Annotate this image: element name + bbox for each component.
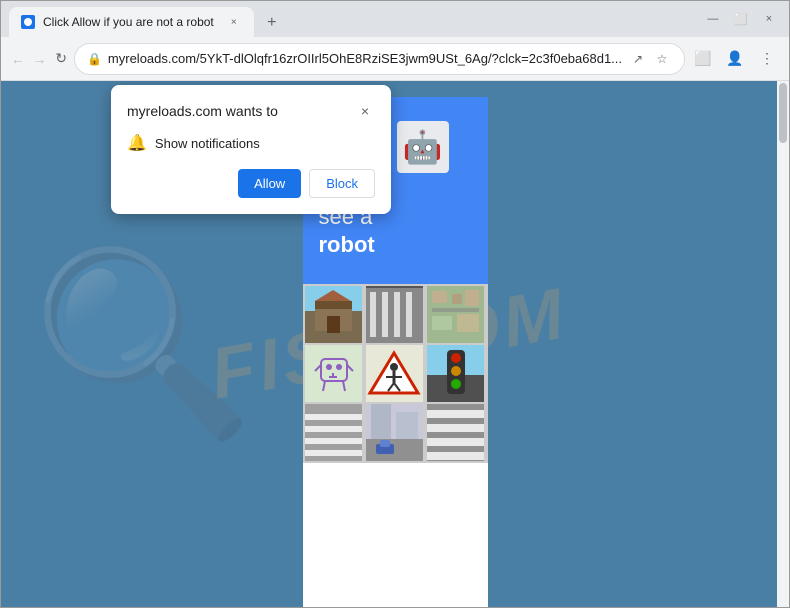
profile-icon[interactable]: 👤 <box>721 45 749 73</box>
address-text: myreloads.com/5YkT-dlOlqfr16zrOIIrl5OhE8… <box>108 51 622 66</box>
menu-icon[interactable]: ⋮ <box>753 45 781 73</box>
page-area: 🔍 FISHDOM myreloads.com wants to × 🔔 Sho… <box>1 81 789 607</box>
robot-icon-box: 🤖 <box>397 121 449 173</box>
window-controls: — ⬜ × <box>701 7 781 31</box>
notification-label: Show notifications <box>155 136 260 151</box>
popup-close-button[interactable]: × <box>355 101 375 121</box>
tab-title: Click Allow if you are not a robot <box>43 15 214 29</box>
grid-cell-4[interactable] <box>305 345 362 402</box>
address-icons: ↗ ☆ <box>628 49 672 69</box>
grid-cell-9[interactable] <box>427 404 484 461</box>
bookmark-icon[interactable]: ☆ <box>652 49 672 69</box>
grid-cell-7[interactable] <box>305 404 362 461</box>
restore-button[interactable]: ⬜ <box>729 7 753 31</box>
grid-cell-3[interactable] <box>427 286 484 343</box>
scrollbar[interactable] <box>777 81 789 607</box>
robot-icon: 🤖 <box>403 128 443 166</box>
back-button[interactable]: ← <box>9 45 27 73</box>
popup-header: myreloads.com wants to × <box>127 101 375 121</box>
title-bar: Click Allow if you are not a robot × + —… <box>1 1 789 37</box>
scrollbar-thumb[interactable] <box>779 83 787 143</box>
popup-buttons: Allow Block <box>127 169 375 198</box>
close-button[interactable]: × <box>757 7 781 31</box>
allow-button[interactable]: Allow <box>238 169 301 198</box>
bell-icon: 🔔 <box>127 133 147 153</box>
tab-favicon <box>21 15 35 29</box>
share-icon[interactable]: ↗ <box>628 49 648 69</box>
image-grid <box>303 284 488 463</box>
active-tab[interactable]: Click Allow if you are not a robot × <box>9 7 254 37</box>
captcha-bold: robot <box>319 232 375 257</box>
lock-icon: 🔒 <box>87 52 102 66</box>
toolbar-right: ⬜ 👤 ⋮ <box>689 45 781 73</box>
notification-row: 🔔 Show notifications <box>127 133 375 153</box>
tab-strip: Click Allow if you are not a robot × + <box>9 1 697 37</box>
reload-button[interactable]: ↻ <box>52 45 70 73</box>
address-bar[interactable]: 🔒 myreloads.com/5YkT-dlOlqfr16zrOIIrl5Oh… <box>74 43 685 75</box>
grid-cell-1[interactable] <box>305 286 362 343</box>
grid-cell-5[interactable] <box>366 345 423 402</box>
tab-close-button[interactable]: × <box>226 14 242 30</box>
extension-icon[interactable]: ⬜ <box>689 45 717 73</box>
browser-toolbar: ← → ↻ 🔒 myreloads.com/5YkT-dlOlqfr16zrOI… <box>1 37 789 81</box>
popup-title: myreloads.com wants to <box>127 103 278 119</box>
grid-cell-2[interactable] <box>366 286 423 343</box>
forward-button[interactable]: → <box>31 45 49 73</box>
grid-cell-8[interactable] <box>366 404 423 461</box>
new-tab-button[interactable]: + <box>258 9 286 37</box>
minimize-button[interactable]: — <box>701 7 725 31</box>
notification-popup: myreloads.com wants to × 🔔 Show notifica… <box>111 85 391 214</box>
block-button[interactable]: Block <box>309 169 375 198</box>
chrome-window: Click Allow if you are not a robot × + —… <box>0 0 790 608</box>
grid-cell-6[interactable] <box>427 345 484 402</box>
